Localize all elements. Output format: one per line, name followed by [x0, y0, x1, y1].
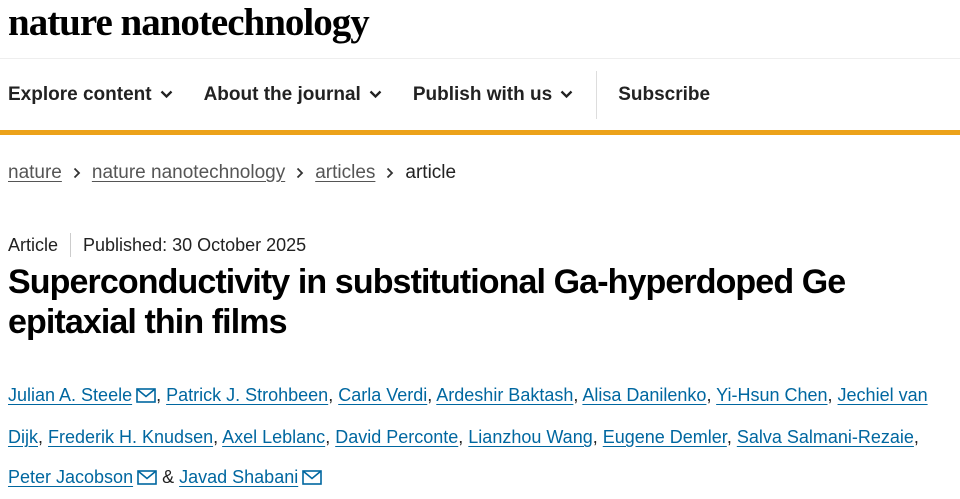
published-date: Published: 30 October 2025 [83, 234, 307, 255]
nav-label: Explore content [8, 83, 152, 105]
email-icon[interactable] [137, 459, 157, 499]
journal-logo[interactable]: nature nanotechnology [8, 0, 370, 45]
breadcrumb-nature[interactable]: nature [8, 162, 62, 184]
chevron-down-icon [369, 90, 382, 99]
subscribe-link[interactable]: Subscribe [618, 84, 710, 106]
author-link[interactable]: David Perconte [335, 427, 458, 447]
breadcrumb-articles[interactable]: articles [315, 162, 375, 184]
author-ampersand: & [162, 467, 175, 487]
article-type: Article [8, 234, 59, 255]
chevron-right-icon [386, 167, 394, 179]
masthead: nature nanotechnology [0, 0, 960, 58]
chevron-down-icon [560, 90, 573, 99]
author-link[interactable]: Eugene Demler [603, 427, 727, 447]
chevron-right-icon [296, 167, 304, 179]
author-link[interactable]: Salva Salmani-Rezaie [737, 427, 914, 447]
author-link[interactable]: Lianzhou Wang [468, 427, 592, 447]
article-meta: Article Published: 30 October 2025 [8, 233, 306, 257]
breadcrumb: nature nature nanotechnology articles ar… [8, 162, 456, 184]
author-link[interactable]: Alisa Danilenko [582, 385, 706, 405]
author-link[interactable]: Carla Verdi [338, 385, 427, 405]
author-link[interactable]: Frederik H. Knudsen [48, 427, 213, 447]
author-link[interactable]: Patrick J. Strohbeen [166, 385, 328, 405]
nav-publish-with-us[interactable]: Publish with us [413, 84, 573, 106]
author-link[interactable]: Axel Leblanc [222, 427, 325, 447]
nav-label: About the journal [203, 83, 361, 105]
article-title: Superconductivity in substitutional Ga-h… [8, 263, 846, 341]
breadcrumb-current: article [405, 162, 457, 183]
breadcrumb-journal[interactable]: nature nanotechnology [92, 162, 285, 184]
author-link[interactable]: Peter Jacobson [8, 467, 133, 487]
subscribe-label: Subscribe [618, 83, 711, 105]
chevron-down-icon [160, 90, 173, 99]
author-link[interactable]: Julian A. Steele [8, 385, 132, 405]
author-link[interactable]: Javad Shabani [179, 467, 298, 487]
email-icon[interactable] [136, 377, 156, 417]
author-link[interactable]: Ardeshir Baktash [436, 385, 573, 405]
chevron-right-icon [73, 167, 81, 179]
author-link[interactable]: Yi-Hsun Chen [716, 385, 827, 405]
meta-divider [70, 233, 72, 257]
author-list: Julian A. Steele, Patrick J. Strohbeen, … [8, 375, 958, 499]
nav-divider [596, 70, 598, 119]
email-icon[interactable] [302, 459, 323, 499]
top-navigation: Explore content About the journal Publis… [0, 58, 960, 135]
nav-about-journal[interactable]: About the journal [204, 84, 382, 106]
nav-explore-content[interactable]: Explore content [8, 84, 173, 106]
nav-label: Publish with us [412, 83, 553, 105]
